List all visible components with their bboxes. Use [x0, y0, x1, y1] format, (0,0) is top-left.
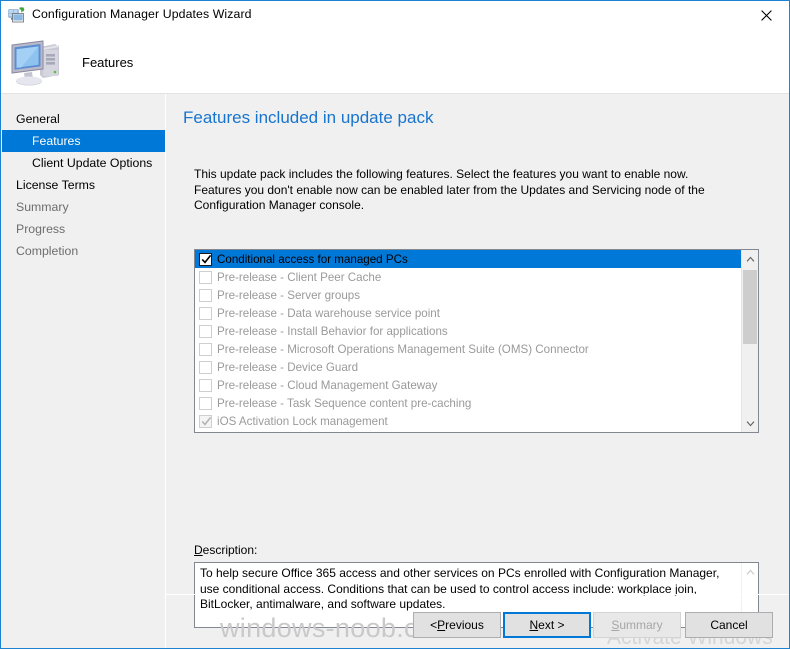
window-title: Configuration Manager Updates Wizard: [32, 7, 252, 21]
feature-label: Pre-release - Microsoft Operations Manag…: [217, 342, 589, 356]
checkbox-icon[interactable]: [199, 378, 212, 392]
sidebar-item-client-update-options[interactable]: Client Update Options: [2, 152, 165, 174]
content-heading: Features included in update pack: [183, 108, 434, 127]
wizard-header: Features: [1, 31, 789, 93]
feature-label: Pre-release - Install Behavior for appli…: [217, 324, 448, 338]
description-label: Description:: [194, 543, 257, 557]
feature-label: Pre-release - Task Sequence content pre-…: [217, 396, 472, 410]
scroll-up-icon[interactable]: [742, 250, 758, 267]
intro-text: This update pack includes the following …: [194, 167, 772, 214]
summary-button: Summary: [593, 612, 681, 638]
footer-separator: [166, 594, 789, 595]
description-label-accel: D: [194, 543, 203, 557]
sidebar-item-general[interactable]: General: [2, 108, 165, 130]
feature-row[interactable]: Pre-release - Client Peer Cache: [195, 268, 741, 286]
feature-label: Pre-release - Server groups: [217, 288, 361, 302]
description-label-rest: escription:: [202, 543, 258, 557]
checkbox-icon[interactable]: [199, 396, 212, 410]
checkbox-icon[interactable]: [199, 414, 212, 428]
button-label: ummary: [619, 618, 663, 632]
button-label: ext >: [538, 618, 565, 632]
feature-row[interactable]: Pre-release - Microsoft Operations Manag…: [195, 340, 741, 358]
checkbox-icon[interactable]: [199, 288, 212, 302]
sidebar-item-label: Progress: [16, 222, 66, 236]
button-label: revious: [445, 618, 484, 632]
next-button[interactable]: Next >: [503, 612, 591, 638]
sidebar-item-label: Completion: [16, 244, 79, 258]
scrollbar-thumb[interactable]: [743, 270, 757, 344]
wizard-step-list: General Features Client Update Options Lice…: [2, 94, 165, 648]
computer-icon: [9, 39, 63, 87]
feature-list-box: Conditional access for managed PCs Pre-re…: [194, 249, 759, 433]
sidebar-item-label: Client Update Options: [32, 156, 153, 170]
feature-row[interactable]: Pre-release - Server groups: [195, 286, 741, 304]
feature-row[interactable]: Pre-release - Task Sequence content pre-…: [195, 394, 741, 412]
checkbox-icon[interactable]: [199, 324, 212, 338]
previous-button[interactable]: < Previous: [413, 612, 501, 638]
sidebar-item-license-terms[interactable]: License Terms: [2, 174, 165, 196]
checkbox-icon[interactable]: [199, 270, 212, 284]
sidebar-item-label: License Terms: [16, 178, 96, 192]
checkbox-icon[interactable]: [199, 360, 212, 374]
feature-row[interactable]: Pre-release - Data warehouse service poi…: [195, 304, 741, 322]
feature-label: Pre-release - Client Peer Cache: [217, 270, 382, 284]
sidebar-item-summary[interactable]: Summary: [2, 196, 165, 218]
feature-row[interactable]: iOS Activation Lock management: [195, 412, 741, 430]
sidebar-item-progress[interactable]: Progress: [2, 218, 165, 240]
feature-label: Conditional access for managed PCs: [217, 252, 408, 266]
checkbox-icon[interactable]: [199, 252, 212, 266]
feature-row[interactable]: Conditional access for managed PCs: [195, 250, 741, 268]
scroll-down-icon[interactable]: [742, 415, 758, 432]
description-scroll-up-icon[interactable]: [742, 563, 758, 580]
feature-label: iOS Activation Lock management: [217, 414, 388, 428]
feature-list-scrollbar[interactable]: [741, 250, 758, 432]
sidebar-item-features[interactable]: Features: [2, 130, 165, 152]
sidebar-item-label: General: [16, 112, 60, 126]
sidebar-item-label: Summary: [16, 200, 69, 214]
intro-line-1: This update pack includes the following …: [194, 167, 689, 181]
sidebar-item-label: Features: [32, 134, 81, 148]
feature-label: Pre-release - Cloud Management Gateway: [217, 378, 438, 392]
button-accel: P: [437, 618, 446, 632]
feature-label: Pre-release - Device Guard: [217, 360, 359, 374]
wizard-window: Configuration Manager Updates Wizard Fea…: [0, 0, 790, 649]
title-bar: Configuration Manager Updates Wizard: [1, 1, 789, 32]
feature-row[interactable]: Pre-release - Cloud Management Gateway: [195, 376, 741, 394]
feature-row[interactable]: Pre-release - Install Behavior for appli…: [195, 322, 741, 340]
checkbox-icon[interactable]: [199, 342, 212, 356]
sidebar-item-completion[interactable]: Completion: [2, 240, 165, 262]
intro-line-2: Features you don't enable now can be ena…: [194, 182, 705, 213]
button-accel: N: [529, 618, 539, 632]
close-icon[interactable]: [743, 1, 789, 30]
feature-label: Pre-release - Data warehouse service poi…: [217, 306, 440, 320]
page-title: Features: [82, 55, 134, 70]
configmgr-updates-icon: [8, 6, 25, 24]
content-pane: Features included in update pack This up…: [166, 94, 789, 648]
checkbox-icon[interactable]: [199, 306, 212, 320]
cancel-button[interactable]: Cancel: [685, 612, 773, 638]
description-text: To help secure Office 365 access and oth…: [200, 566, 720, 611]
button-label: Cancel: [710, 618, 748, 632]
feature-list[interactable]: Conditional access for managed PCs Pre-re…: [195, 250, 741, 432]
button-prefix: <: [430, 618, 438, 632]
feature-row[interactable]: Pre-release - Device Guard: [195, 358, 741, 376]
button-accel: S: [611, 618, 620, 632]
